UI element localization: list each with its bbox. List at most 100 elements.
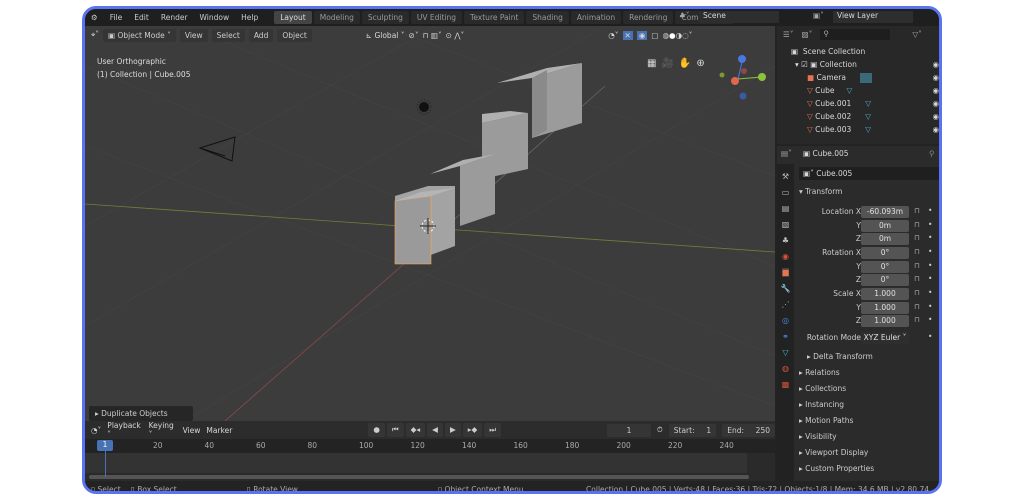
frame-ruler[interactable]: 20 40 60 80 100 120 140 160 180 200 220 240	[85, 439, 775, 453]
scale-y-field[interactable]: 1.000	[861, 302, 909, 314]
keyframe-dot-icon[interactable]: •	[928, 274, 932, 283]
timeline-scrollbar[interactable]	[89, 475, 749, 479]
pivot-icon[interactable]: ⊘˅	[409, 31, 419, 40]
constraints-tab-icon[interactable]: ⚭	[782, 332, 789, 341]
menu-add[interactable]: Add	[248, 28, 274, 42]
tab-sculpting[interactable]: Sculpting	[361, 11, 409, 24]
location-x-field[interactable]: -60.093m	[861, 206, 909, 218]
eye-icon[interactable]: ◉	[932, 125, 939, 134]
lock-icon[interactable]: ⊓	[914, 247, 920, 256]
collections-panel[interactable]: ▸ Collections	[799, 384, 846, 393]
xray-icon[interactable]: ▢	[651, 31, 658, 40]
tool-tab-icon[interactable]: ⚒	[782, 172, 789, 181]
jump-start-icon[interactable]: ⏮	[386, 423, 404, 437]
playhead-frame[interactable]: 1	[97, 440, 113, 451]
proportional-edit-icon[interactable]: ⊙ ⋀˅	[446, 31, 465, 40]
tab-uv-editing[interactable]: UV Editing	[410, 11, 463, 24]
eye-icon[interactable]: ◉	[932, 73, 939, 82]
snap-icon[interactable]: ⊓ ▥˅	[423, 31, 442, 40]
outliner-item-cube-001[interactable]: ▽ Cube.001 ▽ ◉	[777, 97, 939, 110]
rotation-x-field[interactable]: 0°	[861, 247, 909, 259]
material-tab-icon[interactable]: ◍	[782, 364, 789, 373]
rotation-mode-dropdown[interactable]: XYZ Euler ˅	[861, 332, 909, 344]
pan-hand-icon[interactable]: ✋	[679, 58, 691, 69]
mode-selector[interactable]: ▣ Object Mode ˅	[102, 28, 176, 42]
timeline-editor-icon[interactable]: ◔˅	[91, 426, 101, 435]
lock-icon[interactable]: ⊓	[914, 220, 920, 229]
transform-panel-header[interactable]: ▾ Transform	[799, 187, 842, 196]
tab-animation[interactable]: Animation	[570, 11, 622, 24]
3d-viewport[interactable]: ⌖˅ ▣ Object Mode ˅ View Select Add Objec…	[85, 26, 775, 421]
eye-icon[interactable]: ◉	[932, 60, 939, 69]
lock-icon[interactable]: ⊓	[914, 274, 920, 283]
keyframe-dot-icon[interactable]: •	[928, 332, 932, 341]
lock-icon[interactable]: ⊓	[914, 288, 920, 297]
orientation-selector[interactable]: ⊾ Global ˅	[366, 31, 405, 40]
properties-editor-type-icon[interactable]: ▤˅	[781, 149, 792, 158]
lock-icon[interactable]: ⊓	[914, 261, 920, 270]
timeline-track[interactable]	[85, 453, 747, 473]
location-z-field[interactable]: 0m	[861, 233, 909, 245]
menu-file[interactable]: File	[104, 13, 129, 22]
motion-paths-panel[interactable]: ▸ Motion Paths	[799, 416, 853, 425]
keyframe-dot-icon[interactable]: •	[928, 288, 932, 297]
shading-modes-icon[interactable]: ◍●◑◌˅	[662, 31, 692, 40]
start-frame-field[interactable]: Start: 1	[668, 423, 717, 437]
gizmo-toggle-icon[interactable]: ✕	[622, 30, 633, 40]
menu-render[interactable]: Render	[155, 13, 194, 22]
delta-transform-panel[interactable]: ▸ Delta Transform	[807, 352, 873, 361]
blender-logo-icon[interactable]: ⚙	[85, 13, 104, 22]
menu-edit[interactable]: Edit	[128, 13, 155, 22]
relations-panel[interactable]: ▸ Relations	[799, 368, 840, 377]
scene-icon[interactable]: ♣˅	[679, 11, 689, 20]
overlay-toggle-icon[interactable]: ◉	[636, 30, 648, 40]
play-reverse-icon[interactable]: ◀	[427, 423, 443, 437]
scale-x-field[interactable]: 1.000	[861, 288, 909, 300]
record-icon[interactable]: ●	[368, 423, 385, 437]
jump-end-icon[interactable]: ⏭	[484, 423, 502, 437]
current-frame-field[interactable]: 1	[607, 423, 651, 437]
lock-icon[interactable]: ⊓	[914, 302, 920, 311]
prev-keyframe-icon[interactable]: ◆◂	[405, 423, 426, 437]
texture-tab-icon[interactable]: ▩	[782, 380, 790, 389]
view-layer-icon[interactable]: ▣˅	[813, 11, 824, 20]
editor-type-icon[interactable]: ⌖˅	[91, 30, 99, 40]
data-tab-icon[interactable]: ▽	[782, 348, 788, 357]
viewport-display-panel[interactable]: ▸ Viewport Display	[799, 448, 868, 457]
play-icon[interactable]: ▶	[444, 423, 461, 437]
tab-rendering[interactable]: Rendering	[623, 11, 674, 24]
outliner-scene-collection[interactable]: ▣ Scene Collection	[777, 45, 939, 58]
lock-icon[interactable]: ⊓	[914, 315, 920, 324]
tab-texture-paint[interactable]: Texture Paint	[464, 11, 525, 24]
menu-view[interactable]: View	[179, 28, 208, 42]
rotation-y-field[interactable]: 0°	[861, 261, 909, 273]
location-y-field[interactable]: 0m	[861, 220, 909, 232]
tab-modeling[interactable]: Modeling	[313, 11, 360, 24]
filter-icon[interactable]: ▽˅	[912, 30, 922, 39]
end-frame-field[interactable]: End: 250	[722, 423, 775, 437]
eye-icon[interactable]: ◉	[932, 99, 939, 108]
eye-icon[interactable]: ◉	[932, 112, 939, 121]
menu-select[interactable]: Select	[211, 28, 245, 42]
grid-view-icon[interactable]: ▦	[647, 58, 656, 69]
zoom-icon[interactable]: ⊕	[696, 58, 704, 69]
tab-layout[interactable]: Layout	[274, 11, 312, 24]
outliner-search-input[interactable]: ⚲	[820, 29, 891, 40]
scene-selector[interactable]: Scene	[699, 11, 779, 23]
menu-object[interactable]: Object	[277, 28, 312, 42]
keyframe-dot-icon[interactable]: •	[928, 247, 932, 256]
outliner-item-camera[interactable]: ■ Camera ◉	[777, 71, 939, 84]
keyframe-dot-icon[interactable]: •	[928, 220, 932, 229]
tab-shading[interactable]: Shading	[526, 11, 569, 24]
view-layer-selector[interactable]: View Layer	[833, 11, 913, 23]
outliner-item-cube-003[interactable]: ▽ Cube.003 ▽ ◉	[777, 123, 939, 136]
keyframe-dot-icon[interactable]: •	[928, 302, 932, 311]
menu-playback[interactable]: Playback ˅	[107, 421, 142, 439]
scale-z-field[interactable]: 1.000	[861, 315, 909, 327]
render-tab-icon[interactable]: ▭	[782, 188, 790, 197]
outliner-collection[interactable]: ▾ ☑ ▣ Collection ◉	[777, 58, 939, 71]
visibility-panel[interactable]: ▸ Visibility	[799, 432, 837, 441]
visibility-icon[interactable]: ◔˅	[608, 31, 618, 40]
lock-icon[interactable]: ⊓	[914, 206, 920, 215]
operator-panel-duplicate-objects[interactable]: ▸ Duplicate Objects	[89, 406, 193, 421]
